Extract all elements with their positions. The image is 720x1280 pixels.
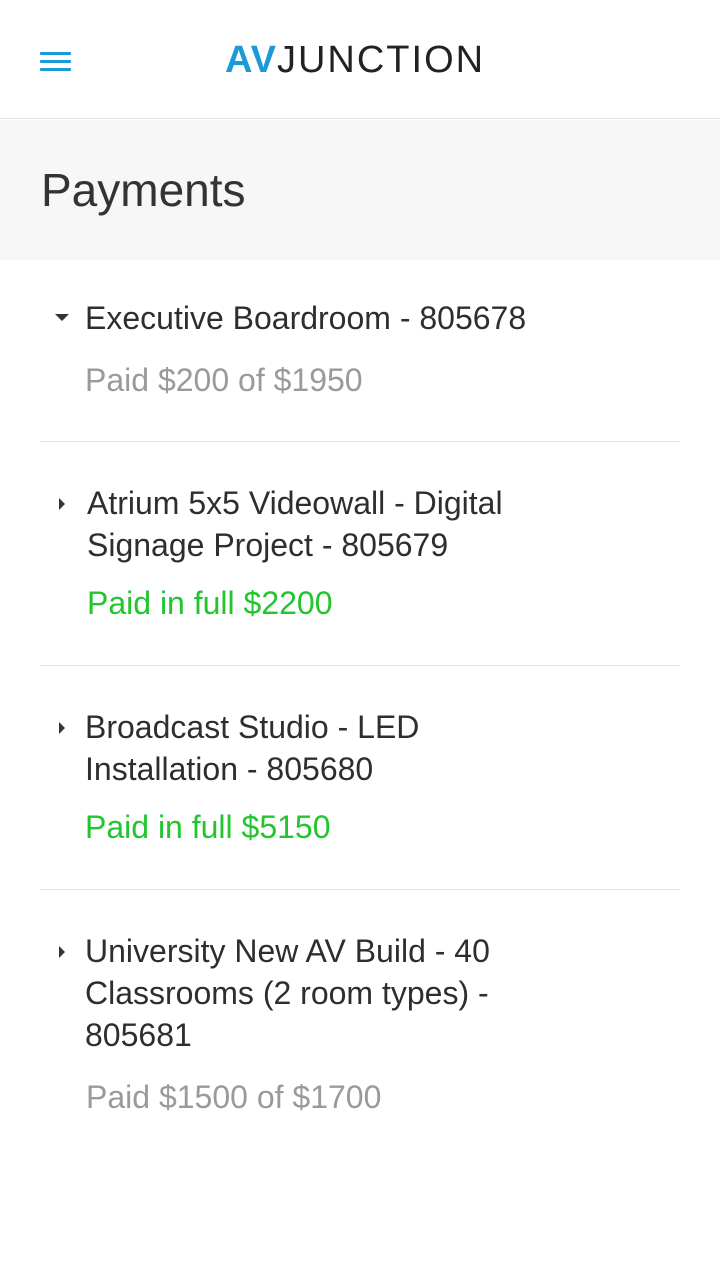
brand-logo-av: AV bbox=[225, 39, 277, 81]
app-screen: AV JUNCTION Payments Executive Boardroom… bbox=[0, 0, 720, 1280]
hamburger-menu-icon[interactable] bbox=[30, 36, 80, 86]
payment-item[interactable]: University New AV Build - 40 Classrooms … bbox=[40, 890, 680, 1150]
payment-list: Executive Boardroom - 805678 Paid $200 o… bbox=[0, 260, 720, 1150]
brand-logo-junction: JUNCTION bbox=[276, 39, 486, 81]
caret-right-icon[interactable] bbox=[54, 496, 70, 512]
payment-title: Atrium 5x5 Videowall - Digital Signage P… bbox=[87, 485, 503, 563]
payment-title: Executive Boardroom - 805678 bbox=[85, 300, 527, 336]
caret-right-icon[interactable] bbox=[54, 720, 70, 736]
payment-item[interactable]: Executive Boardroom - 805678 Paid $200 o… bbox=[40, 260, 680, 442]
menu-line bbox=[39, 51, 71, 55]
caret-down-icon[interactable] bbox=[54, 309, 70, 325]
payment-title: University New AV Build - 40 Classrooms … bbox=[85, 933, 490, 1053]
payment-item[interactable]: Broadcast Studio - LED Installation - 80… bbox=[40, 666, 680, 890]
brand-logo: AV JUNCTION bbox=[225, 36, 485, 84]
top-app-bar: AV JUNCTION bbox=[0, 0, 720, 119]
caret-right-icon[interactable] bbox=[54, 944, 70, 960]
payment-title: Broadcast Studio - LED Installation - 80… bbox=[85, 709, 420, 787]
page-header: Payments bbox=[0, 120, 720, 260]
page-title: Payments bbox=[41, 164, 246, 216]
payment-status: Paid in full $5150 bbox=[85, 809, 331, 845]
payment-item[interactable]: Atrium 5x5 Videowall - Digital Signage P… bbox=[40, 442, 680, 666]
payment-status: Paid $1500 of $1700 bbox=[86, 1079, 382, 1115]
menu-line bbox=[39, 67, 71, 71]
menu-line bbox=[39, 59, 71, 63]
payment-status: Paid in full $2200 bbox=[87, 585, 333, 621]
payment-status: Paid $200 of $1950 bbox=[85, 362, 363, 398]
